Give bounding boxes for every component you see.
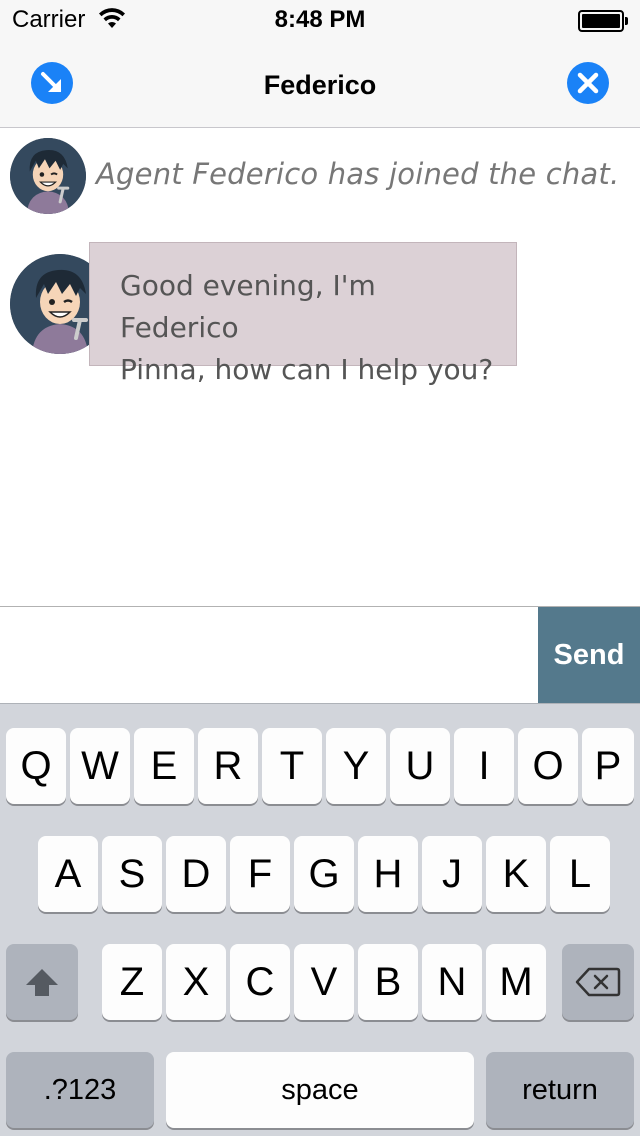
key-m[interactable]: M: [486, 944, 546, 1020]
nav-bar: Federico: [0, 40, 640, 128]
key-k[interactable]: K: [486, 836, 546, 912]
key-o[interactable]: O: [518, 728, 578, 804]
page-title: Federico: [263, 70, 377, 100]
system-message: Agent Federico has joined the chat.: [96, 157, 620, 191]
backspace-icon: [575, 967, 621, 997]
key-x[interactable]: X: [166, 944, 226, 1020]
send-button[interactable]: Send: [538, 607, 640, 704]
key-v[interactable]: V: [294, 944, 354, 1020]
message-bubble: Good evening, I'm Federico Pinna, how ca…: [89, 242, 517, 386]
key-s[interactable]: S: [102, 836, 162, 912]
key-q[interactable]: Q: [6, 728, 66, 804]
key-j[interactable]: J: [422, 836, 482, 912]
key-g[interactable]: G: [294, 836, 354, 912]
message-input[interactable]: [0, 607, 538, 703]
key-d[interactable]: D: [166, 836, 226, 912]
key-n[interactable]: N: [422, 944, 482, 1020]
status-time: 8:48 PM: [274, 6, 366, 33]
key-i[interactable]: I: [454, 728, 514, 804]
key-p[interactable]: P: [582, 728, 634, 804]
delete-key[interactable]: [562, 944, 634, 1020]
key-t[interactable]: T: [262, 728, 322, 804]
key-b[interactable]: B: [358, 944, 418, 1020]
chat-transcript[interactable]: Agent Federico has joined the chat. Good…: [0, 129, 640, 606]
key-h[interactable]: H: [358, 836, 418, 912]
key-y[interactable]: Y: [326, 728, 386, 804]
space-key[interactable]: space: [166, 1052, 474, 1128]
numbers-key[interactable]: .?123: [6, 1052, 154, 1128]
message-line: Good evening, I'm Federico: [120, 269, 376, 344]
key-f[interactable]: F: [230, 836, 290, 912]
key-u[interactable]: U: [390, 728, 450, 804]
agent-avatar: [10, 138, 86, 214]
message-line: Pinna, how can I help you?: [120, 353, 494, 386]
composer-bar: Send: [0, 606, 640, 704]
status-bar: Carrier 8:48 PM: [0, 0, 640, 40]
key-e[interactable]: E: [134, 728, 194, 804]
key-r[interactable]: R: [198, 728, 258, 804]
battery-icon: [578, 10, 628, 32]
return-key[interactable]: return: [486, 1052, 634, 1128]
close-chat-button[interactable]: [567, 62, 609, 104]
close-icon: [577, 72, 599, 94]
shift-key[interactable]: [6, 944, 78, 1020]
shift-icon: [26, 969, 58, 996]
key-z[interactable]: Z: [102, 944, 162, 1020]
key-l[interactable]: L: [550, 836, 610, 912]
key-a[interactable]: A: [38, 836, 98, 912]
keyboard: Q W E R T Y U I O P A S D F G H J K L Z …: [0, 703, 640, 1136]
key-c[interactable]: C: [230, 944, 290, 1020]
key-w[interactable]: W: [70, 728, 130, 804]
